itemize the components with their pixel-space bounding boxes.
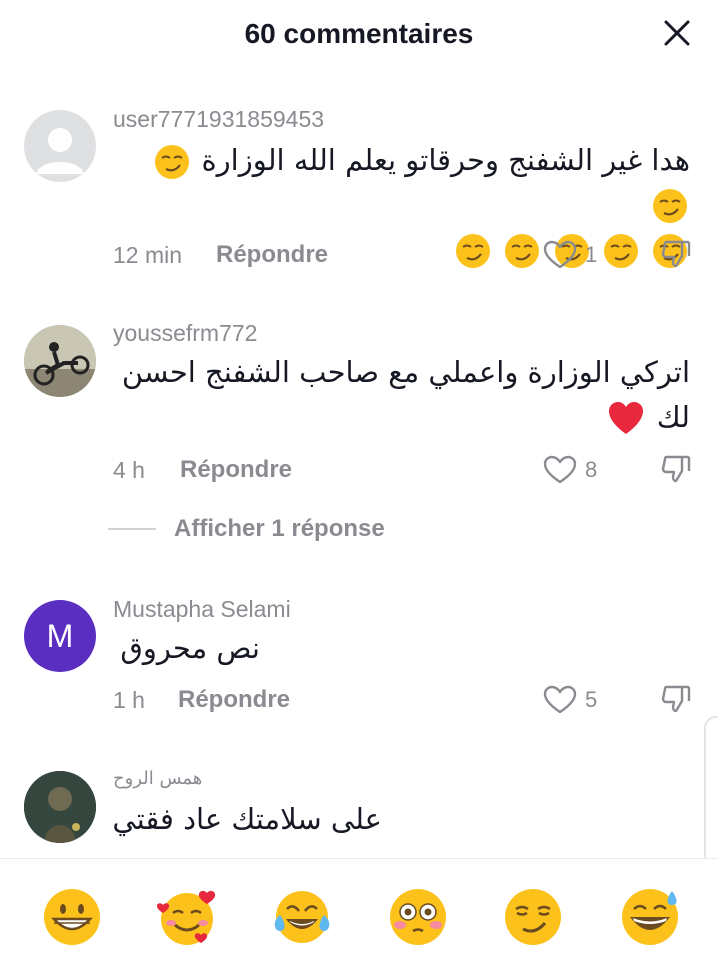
like-count: 5: [585, 687, 598, 712]
comment-text-line: اتركي الوزارة واعملي مع صاحب الشفنج احسن: [121, 355, 690, 389]
smiling-face-with-hearts-icon[interactable]: [157, 887, 217, 947]
comment-username[interactable]: Mustapha Selami: [113, 596, 291, 623]
comment-text-content: نص محروق: [120, 631, 260, 665]
scroll-handle[interactable]: [704, 716, 718, 868]
smirking-face-icon: [505, 234, 540, 268]
tears-of-joy-icon[interactable]: [272, 887, 332, 947]
smirking-face-icon: [603, 234, 638, 268]
comment-username[interactable]: همس الروح: [113, 768, 202, 789]
grinning-face-icon[interactable]: [42, 887, 102, 947]
comment-text-content: هدا غير الشفنج وحرقاتو يعلم الله الوزارة: [201, 143, 690, 177]
like-count: 8: [585, 457, 598, 482]
comment-text: نص محروق: [110, 626, 690, 670]
comment-username[interactable]: user7771931859453: [113, 106, 324, 133]
comment-text-content: على سلامتك عاد فقتي: [112, 802, 382, 836]
like-count: 1: [585, 242, 598, 267]
smirking-face-icon: [155, 145, 190, 179]
comment-text: على سلامتك عاد فقتي: [110, 797, 690, 841]
smirking-face-icon[interactable]: [503, 887, 563, 947]
comment-text: هدا غير الشفنج وحرقاتو يعلم الله الوزارة: [110, 138, 690, 268]
smirking-face-icon: [653, 189, 687, 223]
divider-line: [108, 528, 156, 530]
view-replies-button[interactable]: Afficher 1 réponse: [108, 512, 385, 546]
comment-timestamp: 4 h: [113, 457, 145, 483]
comments-header: 60 commentaires: [0, 0, 718, 76]
smirking-face-icon: [456, 234, 491, 268]
close-icon[interactable]: [662, 18, 692, 48]
view-replies-label: Afficher 1 réponse: [174, 515, 385, 542]
comment-text: اتركي الوزارة واعملي مع صاحب الشفنج احسن…: [110, 350, 690, 440]
default-avatar-icon[interactable]: [24, 110, 96, 182]
red-heart-icon: [608, 402, 643, 434]
reply-button[interactable]: Répondre: [180, 456, 292, 484]
avatar-letter: M: [46, 617, 74, 654]
heart-icon[interactable]: [543, 685, 577, 715]
thumbs-down-icon[interactable]: [660, 683, 692, 715]
comment-timestamp: 12 min: [113, 242, 183, 268]
emoji-quick-bar: [0, 858, 718, 958]
letter-avatar[interactable]: M: [24, 600, 96, 672]
motorcycle-photo-avatar[interactable]: [24, 325, 96, 397]
comment-username[interactable]: youssefrm772: [113, 320, 257, 347]
photo-avatar[interactable]: [24, 771, 96, 843]
comments-count-title: 60 commentaires: [244, 18, 474, 49]
comment-timestamp: 1 h: [113, 687, 145, 713]
thumbs-down-icon[interactable]: [660, 453, 692, 485]
thumbs-down-icon[interactable]: [660, 238, 692, 270]
reply-button[interactable]: Répondre: [216, 241, 328, 269]
comment-text-line: لك: [656, 400, 690, 434]
heart-icon[interactable]: [543, 240, 577, 270]
reply-button[interactable]: Répondre: [178, 686, 290, 714]
grinning-sweat-face-icon[interactable]: [620, 887, 680, 947]
heart-icon[interactable]: [543, 455, 577, 485]
flushed-face-icon[interactable]: [388, 887, 448, 947]
